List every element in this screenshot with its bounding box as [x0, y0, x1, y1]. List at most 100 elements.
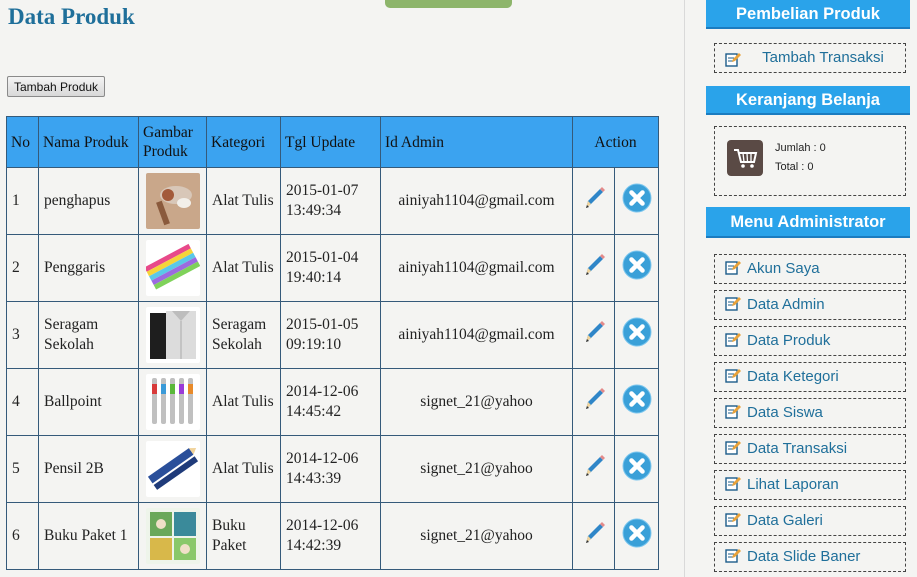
col-header-admin: Id Admin — [380, 116, 573, 168]
edit-cell — [572, 502, 615, 570]
cell-no: 3 — [6, 301, 39, 369]
pencil-icon[interactable] — [581, 185, 607, 217]
edit-cell — [572, 301, 615, 369]
cell-gambar — [138, 301, 207, 369]
cell-kategori: Buku Paket — [206, 502, 281, 570]
cell-admin: signet_21@yahoo — [380, 435, 573, 503]
pencil-icon[interactable] — [581, 520, 607, 552]
sidebar-item-label: Data Ketegori — [747, 368, 839, 385]
sidebar-item-data-slide-baner[interactable]: Data Slide Baner — [714, 542, 906, 572]
edit-cell — [572, 368, 615, 436]
edit-note-icon — [725, 365, 741, 393]
cell-gambar — [138, 234, 207, 302]
col-header-action: Action — [572, 116, 659, 168]
edit-note-icon — [725, 437, 741, 465]
pencil-icon[interactable] — [581, 453, 607, 485]
cell-nama: Ballpoint — [38, 368, 139, 436]
sidebar-item-data-produk[interactable]: Data Produk — [714, 326, 906, 356]
pencil-icon[interactable] — [581, 319, 607, 351]
tambah-transaksi-link[interactable]: Tambah Transaksi — [714, 43, 906, 73]
sidebar-item-label: Data Siswa — [747, 404, 823, 421]
cell-nama: Buku Paket 1 — [38, 502, 139, 570]
cell-gambar — [138, 502, 207, 570]
sidebar-item-data-transaksi[interactable]: Data Transaksi — [714, 434, 906, 464]
sidebar-item-label: Data Transaksi — [747, 440, 848, 457]
delete-cell — [614, 502, 659, 570]
sidebar-heading-pembelian: Pembelian Produk — [706, 0, 910, 29]
delete-circle-icon[interactable] — [622, 250, 652, 286]
edit-note-icon — [725, 545, 741, 573]
table-row: 3 Seragam Sekolah Seragam Sekolah 2015-0… — [6, 301, 659, 369]
cart-total: Total : 0 — [775, 161, 814, 173]
table-row: 2 Penggaris Alat Tulis 2015-01-04 19:40:… — [6, 234, 659, 302]
cell-nama: Pensil 2B — [38, 435, 139, 503]
sidebar-item-data-admin[interactable]: Data Admin — [714, 290, 906, 320]
edit-note-icon — [725, 329, 741, 357]
cell-no: 5 — [6, 435, 39, 503]
table-row: 6 Buku Paket 1 Buku Paket 2014-12-06 14:… — [6, 502, 659, 570]
sidebar-item-label: Data Slide Baner — [747, 548, 861, 565]
delete-circle-icon[interactable] — [622, 451, 652, 487]
product-image-seragam — [145, 307, 200, 363]
cart-jumlah: Jumlah : 0 — [775, 142, 826, 154]
sidebar-heading-keranjang: Keranjang Belanja — [706, 86, 910, 115]
delete-circle-icon[interactable] — [622, 317, 652, 353]
product-image-pensil — [145, 441, 200, 497]
cell-no: 4 — [6, 368, 39, 436]
cart-icon — [727, 140, 763, 176]
sidebar-item-data-siswa[interactable]: Data Siswa — [714, 398, 906, 428]
table-row: 5 Pensil 2B Alat Tulis 2014-12-06 14:43:… — [6, 435, 659, 503]
sidebar-item-data-ketegori[interactable]: Data Ketegori — [714, 362, 906, 392]
cell-no: 2 — [6, 234, 39, 302]
delete-circle-icon[interactable] — [622, 518, 652, 554]
edit-cell — [572, 435, 615, 503]
edit-note-icon — [725, 473, 741, 501]
pencil-icon[interactable] — [581, 252, 607, 284]
delete-circle-icon[interactable] — [622, 183, 652, 219]
cell-nama: penghapus — [38, 167, 139, 235]
col-header-gambar: Gambar Produk — [138, 116, 207, 168]
cell-nama: Seragam Sekolah — [38, 301, 139, 369]
cell-tgl: 2015-01-05 09:19:10 — [280, 301, 381, 369]
cell-kategori: Alat Tulis — [206, 234, 281, 302]
sidebar-item-label: Akun Saya — [747, 260, 820, 277]
product-image-ballpoint — [145, 374, 200, 430]
delete-cell — [614, 368, 659, 436]
sidebar-item-label: Data Admin — [747, 296, 825, 313]
sidebar-item-data-galeri[interactable]: Data Galeri — [714, 506, 906, 536]
cart-box: Jumlah : 0 Total : 0 — [714, 126, 906, 196]
pencil-icon[interactable] — [581, 386, 607, 418]
add-product-button[interactable]: Tambah Produk — [7, 76, 106, 97]
sidebar-heading-admin: Menu Administrator — [706, 207, 910, 238]
sidebar-item-label: Lihat Laporan — [747, 476, 839, 493]
cell-tgl: 2015-01-07 13:49:34 — [280, 167, 381, 235]
delete-cell — [614, 301, 659, 369]
cell-tgl: 2014-12-06 14:42:39 — [280, 502, 381, 570]
cell-gambar — [138, 435, 207, 503]
cell-kategori: Alat Tulis — [206, 167, 281, 235]
cell-kategori: Seragam Sekolah — [206, 301, 281, 369]
edit-note-icon — [725, 257, 741, 285]
cell-admin: signet_21@yahoo — [380, 368, 573, 436]
sidebar-item-lihat-laporan[interactable]: Lihat Laporan — [714, 470, 906, 500]
sidebar-item-label: Data Galeri — [747, 512, 823, 529]
table-header-row: No Nama Produk Gambar Produk Kategori Tg… — [6, 116, 659, 168]
col-header-no: No — [6, 116, 39, 168]
product-image-penghapus — [145, 173, 200, 229]
delete-circle-icon[interactable] — [622, 384, 652, 420]
edit-note-icon — [725, 49, 741, 77]
cell-no: 6 — [6, 502, 39, 570]
cell-admin: ainiyah1104@gmail.com — [380, 167, 573, 235]
product-table: No Nama Produk Gambar Produk Kategori Tg… — [6, 116, 659, 570]
cell-tgl: 2014-12-06 14:43:39 — [280, 435, 381, 503]
sidebar-divider — [684, 0, 685, 577]
col-header-kategori: Kategori — [206, 116, 281, 168]
sidebar-item-akun-saya[interactable]: Akun Saya — [714, 254, 906, 284]
cell-admin: ainiyah1104@gmail.com — [380, 301, 573, 369]
cell-gambar — [138, 167, 207, 235]
cell-tgl: 2014-12-06 14:45:42 — [280, 368, 381, 436]
table-row: 4 Ballpoint Alat Tulis 2014-12-06 14:45:… — [6, 368, 659, 436]
edit-note-icon — [725, 293, 741, 321]
table-row: 1 penghapus Alat Tulis 2015-01-07 13:49:… — [6, 167, 659, 235]
edit-cell — [572, 234, 615, 302]
